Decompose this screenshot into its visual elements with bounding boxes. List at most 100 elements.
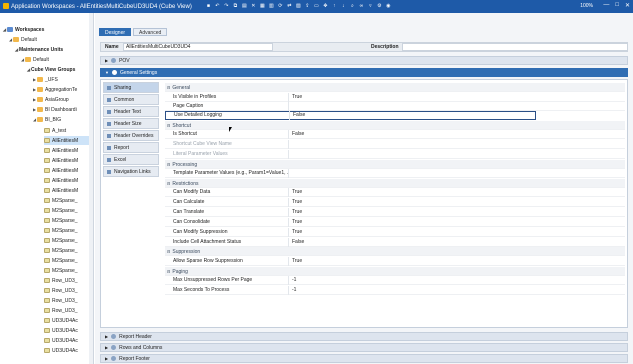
tree-item[interactable]: AllEntitiesM: [44, 166, 78, 175]
title-bar: Application Workspaces - AllEntitiesMult…: [0, 0, 633, 13]
section-report-footer[interactable]: ▶ Report Footer: [100, 354, 628, 363]
property-row[interactable]: Can Calculate True: [165, 197, 625, 207]
tree-item[interactable]: UD3UD4Ac: [44, 346, 78, 355]
folder-icon[interactable]: ▭: [314, 4, 319, 9]
nav-sharing[interactable]: Sharing: [103, 82, 159, 93]
tree-item[interactable]: ▶ _UFS: [32, 75, 58, 84]
name-field[interactable]: AllEntitiesMultiCubeUD3UD4: [123, 43, 273, 51]
property-row[interactable]: Max Unsuppressed Rows Per Page -1: [165, 275, 625, 285]
tree-item-selected[interactable]: AllEntitiesM: [44, 136, 90, 145]
property-row[interactable]: Page Caption: [165, 101, 625, 111]
tree-item[interactable]: Row_UD3_: [44, 276, 78, 285]
undo-icon[interactable]: ↶: [215, 4, 220, 9]
table-icon[interactable]: ▧: [296, 4, 301, 9]
arrow-icon[interactable]: ⇄: [287, 4, 292, 9]
tree-item[interactable]: M2Sparse_: [44, 266, 78, 275]
delete-icon[interactable]: ✕: [251, 4, 256, 9]
property-row[interactable]: Can Modify Data True: [165, 187, 625, 197]
copy-icon[interactable]: ⧉: [233, 4, 238, 9]
refresh-icon[interactable]: ⟳: [278, 4, 283, 9]
move-icon[interactable]: ✥: [323, 4, 328, 9]
tree-item[interactable]: M2Sparse_: [44, 236, 78, 245]
property-row[interactable]: Can Translate True: [165, 207, 625, 217]
tree-item[interactable]: ▶ AsiaGroup: [32, 95, 69, 104]
nav-header-overrides[interactable]: Header Overrides: [103, 130, 159, 141]
up-icon[interactable]: ↑: [332, 4, 337, 9]
section-general-settings[interactable]: ▼ General Settings: [100, 68, 628, 77]
tree-item[interactable]: Row_UD3_: [44, 306, 78, 315]
section-report-header[interactable]: ▶ Report Header: [100, 332, 628, 341]
view-icon[interactable]: ◉: [386, 4, 391, 9]
paste-icon[interactable]: ▤: [242, 4, 247, 9]
nav-common[interactable]: Common: [103, 94, 159, 105]
property-row[interactable]: Can Consolidate True: [165, 217, 625, 227]
tree-item[interactable]: A_test: [44, 126, 66, 135]
description-field[interactable]: [402, 43, 628, 51]
tree-item[interactable]: M2Sparse_: [44, 246, 78, 255]
property-row[interactable]: Shortcut Cube View Name: [165, 139, 625, 149]
close-button[interactable]: ✕: [625, 2, 630, 9]
tree-item[interactable]: M2Sparse_: [44, 216, 78, 225]
tree-scrollbar[interactable]: [89, 13, 93, 364]
property-row-selected[interactable]: Use Detailed Logging False: [165, 111, 536, 120]
folder-icon: [37, 97, 43, 102]
minimize-button[interactable]: —: [603, 2, 609, 9]
tree-item[interactable]: M2Sparse_: [44, 226, 78, 235]
tree-item[interactable]: AllEntitiesM: [44, 186, 78, 195]
tree-item[interactable]: ◢ Default: [20, 55, 49, 64]
category-general[interactable]: ⊟ General: [165, 83, 625, 92]
nav-navigation-links[interactable]: Navigation Links: [103, 166, 159, 177]
tree-item[interactable]: M2Sparse_: [44, 256, 78, 265]
tree-item[interactable]: AllEntitiesM: [44, 156, 78, 165]
tree-item[interactable]: UD3UD4Ac: [44, 326, 78, 335]
property-row[interactable]: Is Shortcut False: [165, 129, 625, 139]
tree-item[interactable]: UD3UD4Ac: [44, 316, 78, 325]
section-pov[interactable]: ▶ POV: [100, 56, 628, 65]
search-icon[interactable]: ⌕: [350, 4, 355, 9]
tree-item[interactable]: AllEntitiesM: [44, 146, 78, 155]
tree-item[interactable]: UD3UD4Ac: [44, 336, 78, 345]
rows-columns-icon: [111, 345, 117, 350]
tree-item[interactable]: ◢ Cube View Groups: [26, 65, 75, 74]
tree-item[interactable]: ◢ Default: [8, 35, 37, 44]
tree-item[interactable]: AllEntitiesM: [44, 176, 78, 185]
property-row[interactable]: Literal Parameter Values: [165, 149, 625, 159]
pov-icon: [111, 58, 117, 63]
tree-item[interactable]: ▶ AggregationTe: [32, 85, 77, 94]
chart-icon[interactable]: ▥: [269, 4, 274, 9]
tree-item[interactable]: ◢ Workspaces: [2, 25, 44, 34]
section-rows-columns[interactable]: ▶ Rows and Columns: [100, 343, 628, 352]
down-icon[interactable]: ↓: [341, 4, 346, 9]
maximize-button[interactable]: □: [615, 2, 619, 9]
link-icon: [107, 169, 111, 174]
nav-header-size[interactable]: Header Size: [103, 118, 159, 129]
nav-excel[interactable]: Excel: [103, 154, 159, 165]
nav-report[interactable]: Report: [103, 142, 159, 153]
tab-advanced[interactable]: Advanced: [133, 28, 168, 36]
folder-icon: [37, 87, 43, 92]
property-row[interactable]: Can Modify Suppression True: [165, 227, 625, 237]
report-header-icon: [111, 334, 117, 339]
header-size-icon: [107, 121, 111, 126]
tree-item[interactable]: M2Sparse_: [44, 206, 78, 215]
property-row[interactable]: Template Parameter Values (e.g., Param1=…: [165, 168, 625, 178]
category-suppression[interactable]: ⊟ Suppression: [165, 247, 625, 256]
folder-icon: [37, 107, 43, 112]
property-row[interactable]: Max Seconds To Process -1: [165, 285, 625, 295]
tab-designer[interactable]: Designer: [99, 28, 132, 36]
export-icon[interactable]: ⇪: [305, 4, 310, 9]
tree-item[interactable]: ◢ BI_BIG: [32, 115, 61, 124]
tree-item[interactable]: M2Sparse_: [44, 196, 78, 205]
nav-header-text[interactable]: Header Text: [103, 106, 159, 117]
tree-item[interactable]: ◢ Maintenance Units: [14, 45, 63, 54]
filter-icon[interactable]: ▿: [368, 4, 373, 9]
tree-item[interactable]: ▶ BI Dashboardi: [32, 105, 77, 114]
settings-icon[interactable]: ⚙: [377, 4, 382, 9]
save-icon[interactable]: ■: [206, 4, 211, 9]
grid-icon[interactable]: ▦: [260, 4, 265, 9]
tree-item[interactable]: Row_UD3_: [44, 286, 78, 295]
tree-item[interactable]: Row_UD3_: [44, 296, 78, 305]
link-icon[interactable]: ∞: [359, 4, 364, 9]
property-row[interactable]: Allow Sparse Row Suppression True: [165, 256, 625, 266]
redo-icon[interactable]: ↷: [224, 4, 229, 9]
